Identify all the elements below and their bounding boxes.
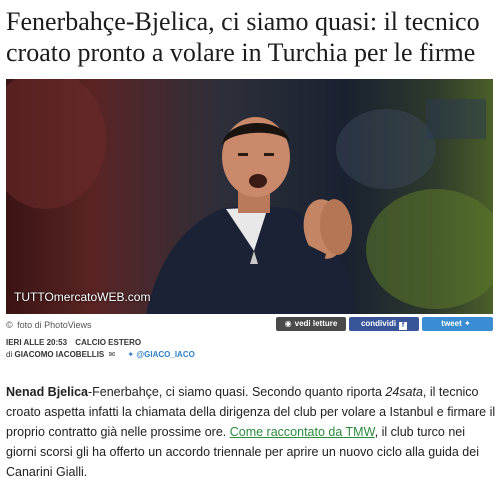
twitter-handle: @GIACO_IACO — [136, 350, 195, 359]
article-subject-name: Nenad Bjelica — [6, 385, 88, 399]
headline: Fenerbahçe-Bjelica, ci siamo quasi: il t… — [6, 7, 480, 67]
facebook-icon: f — [399, 322, 408, 330]
photo-credit: © foto di PhotoViews — [6, 320, 92, 330]
message-icon[interactable]: ✉ — [108, 350, 115, 359]
tweet-label: tweet — [441, 319, 462, 328]
article-photo[interactable]: TUTTOmercatoWEB.com — [6, 79, 493, 314]
view-reads-button[interactable]: ◉ vedi letture — [276, 317, 346, 331]
author-name[interactable]: GIACOMO IACOBELLIS — [14, 350, 104, 359]
timestamp: IERI ALLE 20:53 — [6, 338, 68, 347]
article-paragraph: Nenad Bjelica-Fenerbahçe, ci siamo quasi… — [6, 382, 498, 482]
twitter-bird-small-icon: ✦ — [127, 350, 135, 359]
article-body: Nenad Bjelica-Fenerbahçe, ci siamo quasi… — [6, 382, 498, 482]
article-source: 24sata — [385, 385, 423, 399]
view-reads-label: vedi letture — [294, 319, 338, 328]
author-line: di GIACOMO IACOBELLIS ✉ ✦ @GIACO_IACO — [6, 350, 195, 359]
tweet-button[interactable]: tweet ✦ — [422, 317, 493, 331]
photo-watermark: TUTTOmercatoWEB.com — [14, 290, 151, 304]
article-text-1: -Fenerbahçe, ci siamo quasi. Secondo qua… — [87, 385, 386, 399]
twitter-handle-link[interactable]: ✦ @GIACO_IACO — [127, 350, 194, 359]
share-label: condividi — [360, 319, 397, 328]
eye-icon: ◉ — [284, 319, 292, 328]
share-facebook-button[interactable]: condividi f — [349, 317, 419, 331]
author-prefix: di — [6, 350, 13, 359]
article-meta-line: IERI ALLE 20:53 CALCIO ESTERO — [6, 338, 141, 347]
tmw-article-link[interactable]: Come raccontato da TMW — [230, 425, 375, 439]
article-page: Fenerbahçe-Bjelica, ci siamo quasi: il t… — [0, 0, 500, 479]
copyright-icon: © — [6, 320, 13, 330]
coach-photo-illustration — [6, 79, 493, 314]
photo-credit-text: foto di PhotoViews — [17, 320, 92, 330]
twitter-bird-icon: ✦ — [463, 319, 471, 328]
category-link[interactable]: CALCIO ESTERO — [75, 338, 141, 347]
